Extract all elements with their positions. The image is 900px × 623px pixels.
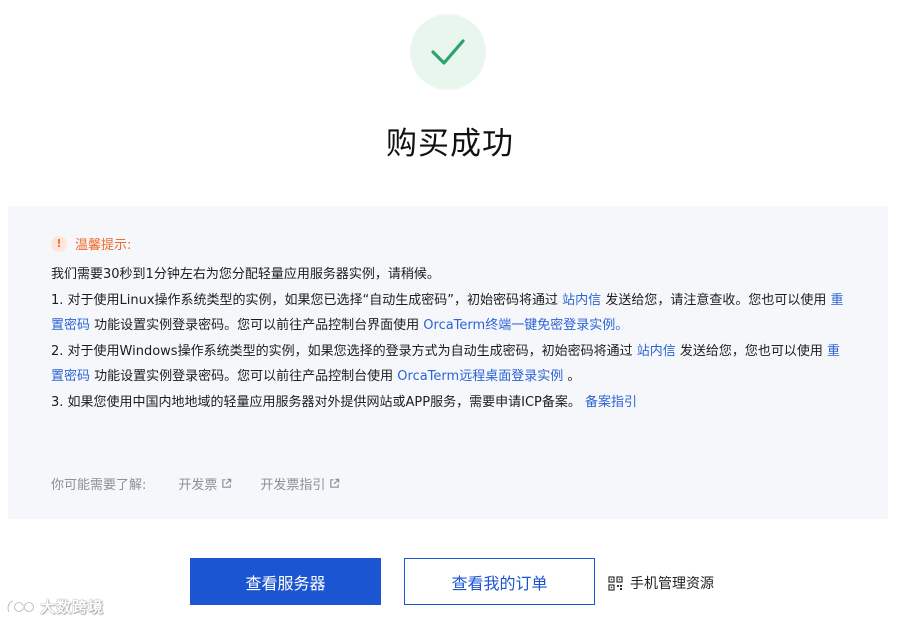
watermark-text: 大数跨境 [40, 598, 105, 616]
notice-text: 发送给您，您也可以使用 [675, 343, 827, 359]
invoice-link[interactable]: 开发票 [178, 474, 232, 493]
notice-item-linux: 1. 对于使用Linux操作系统类型的实例，如果您已选择“自动生成密码”，初始密… [51, 288, 851, 339]
invoice-link-label: 开发票 [178, 478, 218, 493]
success-check-icon [410, 14, 486, 90]
notice-text: 功能设置实例登录密码。您可以前往产品控制台界面使用 [90, 318, 424, 333]
watermark-logo-icon [6, 599, 35, 613]
notice-text: 。 [563, 369, 581, 384]
notice-intro: 我们需要30秒到1分钟左右为您分配轻量应用服务器实例，请稍候。 [51, 267, 440, 282]
external-link-icon [329, 478, 340, 489]
tip-title: 温馨提示: [75, 238, 132, 253]
notice-item-icp: 3. 如果您使用中国内地地域的轻量应用服务器对外提供网站或APP服务，需要申请I… [51, 390, 851, 416]
invoice-guide-link-label: 开发票指引 [260, 478, 326, 493]
checkmark-icon [431, 39, 465, 65]
related-label: 你可能需要了解: [51, 478, 147, 493]
notice-item-windows: 2. 对于使用Windows操作系统类型的实例，如果您选择的登录方式为自动生成密… [51, 339, 851, 390]
icp-guide-link[interactable]: 备案指引 [585, 395, 637, 410]
view-orders-button[interactable]: 查看我的订单 [404, 558, 595, 605]
notice-text: 发送给您，请注意查收。您也可以使用 [601, 292, 831, 308]
notice-text: 2. 对于使用Windows操作系统类型的实例，如果您选择的登录方式为自动生成密… [51, 343, 637, 359]
related-links: 你可能需要了解: 开发票 开发票指引 [51, 474, 368, 493]
site-message-link[interactable]: 站内信 [637, 344, 676, 359]
notice-text: 1. 对于使用Linux操作系统类型的实例，如果您已选择“自动生成密码”，初始密… [51, 292, 563, 308]
notice-text: 功能设置实例登录密码。您可以前往产品控制台使用 [90, 369, 398, 384]
notice-body: 我们需要30秒到1分钟左右为您分配轻量应用服务器实例，请稍候。 1. 对于使用L… [51, 262, 851, 415]
notice-panel: ! 温馨提示: 我们需要30秒到1分钟左右为您分配轻量应用服务器实例，请稍候。 … [8, 206, 888, 519]
mobile-manage-label: 手机管理资源 [630, 576, 714, 592]
watermark: 大数跨境 [6, 596, 104, 617]
page-title: 购买成功 [386, 126, 514, 162]
notice-text: 3. 如果您使用中国内地地域的轻量应用服务器对外提供网站或APP服务，需要申请I… [51, 394, 585, 410]
qr-code-icon [608, 575, 623, 591]
orcaterm-login-link[interactable]: OrcaTerm终端一键免密登录实例。 [423, 318, 628, 333]
orcaterm-remote-desktop-link[interactable]: OrcaTerm远程桌面登录实例 [397, 369, 563, 384]
mobile-manage-link[interactable]: 手机管理资源 [608, 573, 714, 593]
site-message-link[interactable]: 站内信 [562, 293, 601, 308]
view-servers-button[interactable]: 查看服务器 [190, 558, 381, 605]
warning-icon: ! [51, 235, 67, 252]
external-link-icon [221, 478, 232, 489]
invoice-guide-link[interactable]: 开发票指引 [260, 474, 340, 493]
tip-header: ! 温馨提示: [51, 234, 131, 253]
